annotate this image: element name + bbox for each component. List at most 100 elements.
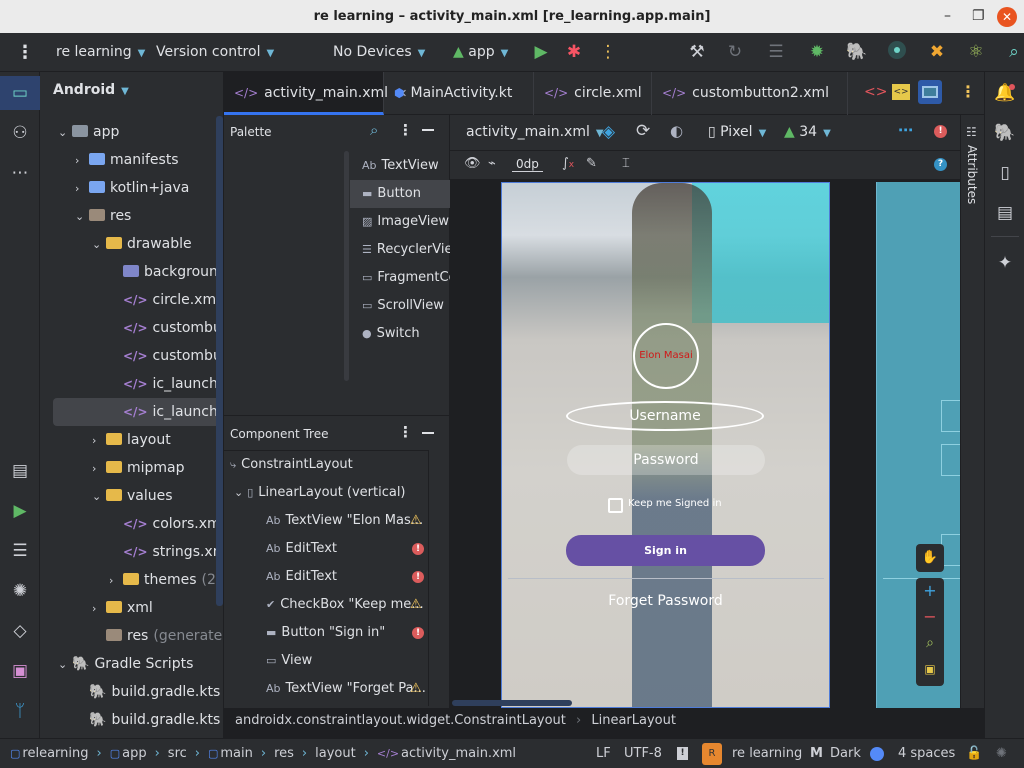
zoom-out-icon[interactable]: − (916, 604, 944, 630)
component-tree-row[interactable]: ▭ View (266, 647, 428, 675)
palette-item-textview[interactable]: Ab TextView (350, 152, 450, 180)
inspection-icon[interactable]: ! (677, 747, 688, 760)
tab-options-icon[interactable]: ⋮ (960, 82, 976, 101)
more-actions-icon[interactable]: ⋮ (597, 41, 619, 63)
apply-changes-icon[interactable]: ✹ (806, 41, 828, 63)
tree-item[interactable]: </> colors.xml (40, 510, 223, 538)
help-icon[interactable]: ? (934, 158, 947, 171)
tree-item[interactable]: ⌄ drawable (40, 230, 223, 258)
zoom-to-fit-icon[interactable]: ⌕ (916, 630, 944, 656)
path-item[interactable]: activity_main.xml (401, 746, 516, 761)
maximize-button[interactable]: ❐ (972, 0, 985, 33)
git-icon[interactable]: ᛘ (0, 694, 40, 728)
tree-item[interactable]: </> circle.xml (40, 286, 223, 314)
palette-options-icon[interactable]: ⋮ (398, 121, 413, 139)
run-tool-icon[interactable]: ▶ (0, 494, 40, 528)
project-view-selector[interactable]: Android ▼ (53, 82, 129, 98)
component-tree-row[interactable]: ⌄ ▯ LinearLayout (vertical) (234, 479, 428, 507)
path-item[interactable]: res (274, 746, 294, 761)
tree-item[interactable]: ⌄ 🐘 Gradle Scripts (40, 650, 223, 678)
tree-item[interactable]: › kotlin+java (40, 174, 223, 202)
forgot-password-link[interactable]: Forget Password (562, 593, 769, 609)
split-view-icon[interactable]: <> (892, 84, 910, 100)
component-tree-row[interactable]: Ab TextView "Forget Pa... ⚠ (266, 675, 428, 703)
code-view-icon[interactable]: <> (864, 84, 887, 100)
tree-item[interactable]: › mipmap (40, 454, 223, 482)
resource-manager-icon[interactable]: ⚇ (0, 116, 40, 150)
tree-item[interactable]: </> ic_launcher_foreground.xml (53, 398, 223, 426)
pan-hand-icon[interactable]: ✋ (916, 544, 944, 572)
tree-item[interactable]: </> custombutton2.xml (40, 342, 223, 370)
component-tree-row[interactable]: ⤷ ConstraintLayout (230, 451, 428, 479)
tree-item[interactable]: ⌄ values (40, 482, 223, 510)
night-mode-icon[interactable]: ◐ (670, 122, 683, 140)
device-manager-icon[interactable]: ⚛ (965, 41, 987, 63)
infer-constraints-icon[interactable]: ✎ (586, 156, 597, 171)
minimize-button[interactable]: – (944, 0, 951, 33)
warning-icon[interactable]: ⚠ (410, 675, 422, 703)
default-margin-selector[interactable]: 0dp (512, 157, 543, 172)
rerun-icon[interactable]: ↻ (724, 41, 746, 63)
error-icon[interactable]: ! (412, 571, 424, 583)
tree-item[interactable]: › layout (40, 426, 223, 454)
device-preview-selector[interactable]: ▯ Pixel ▼ (708, 124, 766, 140)
zoom-in-icon[interactable]: + (916, 578, 944, 604)
tab-activity_main-xml[interactable]: </> activity_main.xml ✕ (224, 72, 407, 115)
minimize-panel-icon[interactable] (422, 432, 434, 434)
app-inspection-icon[interactable]: ▤ (0, 454, 40, 488)
clear-constraints-icon[interactable]: ∫x (562, 156, 574, 171)
tree-item[interactable]: › manifests (40, 146, 223, 174)
tab-custombutton2-xml[interactable]: </> custombutton2.xml (652, 72, 848, 115)
close-window-button[interactable]: ✕ (997, 7, 1017, 27)
indent-status[interactable]: 4 spaces (898, 739, 955, 768)
chevron-down-icon[interactable]: ⌄ (234, 486, 243, 499)
path-item[interactable]: relearning (22, 746, 88, 761)
design-view-icon[interactable] (918, 80, 942, 104)
error-icon[interactable]: ! (412, 627, 424, 639)
layout-file-selector[interactable]: activity_main.xml ▼ (466, 124, 604, 140)
lock-icon[interactable]: 🔓 (966, 739, 982, 768)
password-field[interactable]: Password (567, 445, 765, 475)
search-icon[interactable]: ⌕ (370, 121, 378, 139)
breadcrumb-item[interactable]: LinearLayout (591, 713, 676, 728)
theme-status[interactable]: Dark (830, 739, 861, 768)
device-selector[interactable]: No Devices ▼ (333, 33, 425, 72)
palette-item-imageview[interactable]: ▨ ImageView (350, 208, 450, 236)
terminal-icon[interactable]: ▣ (0, 654, 40, 688)
tree-item[interactable]: › xml (40, 594, 223, 622)
component-tree-row[interactable]: Ab TextView "Elon Mas... ⚠ (266, 507, 428, 535)
vcs-menu[interactable]: Version control ▼ (156, 33, 274, 72)
phone-preview[interactable]: Elon Masai Username Password Keep me Sig… (501, 182, 830, 708)
logcat-tool-icon[interactable]: ☰ (0, 534, 40, 568)
error-indicator-icon[interactable]: ! (934, 125, 947, 138)
minimize-panel-icon[interactable] (422, 129, 434, 131)
breadcrumb-item[interactable]: androidx.constraintlayout.widget.Constra… (235, 713, 566, 728)
component-tree-options-icon[interactable]: ⋮ (398, 423, 413, 441)
autoconnect-icon[interactable]: ⌁ (488, 156, 496, 171)
component-tree-row[interactable]: Ab EditText! (266, 563, 428, 591)
build-variants-icon[interactable]: ◇ (0, 614, 40, 648)
api-level-selector[interactable]: ▲ 34 ▼ (784, 124, 831, 140)
notifications-icon[interactable]: 🔔 (985, 76, 1024, 110)
tree-item[interactable]: › themes (2) (40, 566, 223, 594)
keep-signed-in-checkbox[interactable] (608, 498, 623, 513)
running-devices-icon[interactable]: ▤ (985, 196, 1024, 230)
logcat-icon[interactable]: ☰ (765, 41, 787, 63)
tree-item[interactable]: 🐘build.gradle.kts(Module :app) (40, 706, 223, 734)
gradle-icon[interactable]: 🐘 (985, 116, 1024, 150)
guidelines-icon[interactable]: ⌶ (622, 156, 630, 171)
gradle-sync-icon[interactable]: 🐘 (846, 41, 868, 63)
component-tree-row[interactable]: ✔ CheckBox "Keep me... ⚠ (266, 591, 428, 619)
run-config-selector[interactable]: ▲ app ▼ (453, 33, 508, 72)
sdk-manager-icon[interactable]: ✖ (926, 41, 948, 63)
device-manager-icon[interactable]: ▯ (985, 156, 1024, 190)
build-hammer-icon[interactable]: ⚒ (686, 41, 708, 63)
project-tool-icon[interactable]: ▭ (0, 76, 40, 110)
project-status[interactable]: re learning (732, 739, 802, 768)
palette-scrollbar[interactable] (344, 151, 349, 381)
palette-item-scrollview[interactable]: ▭ ScrollView (350, 292, 450, 320)
file-encoding[interactable]: UTF-8 (624, 739, 662, 768)
tree-item[interactable]: background.jpg (40, 258, 223, 286)
more-options-icon[interactable]: ⋯ (898, 121, 913, 139)
warning-icon[interactable]: ⚠ (410, 591, 422, 619)
